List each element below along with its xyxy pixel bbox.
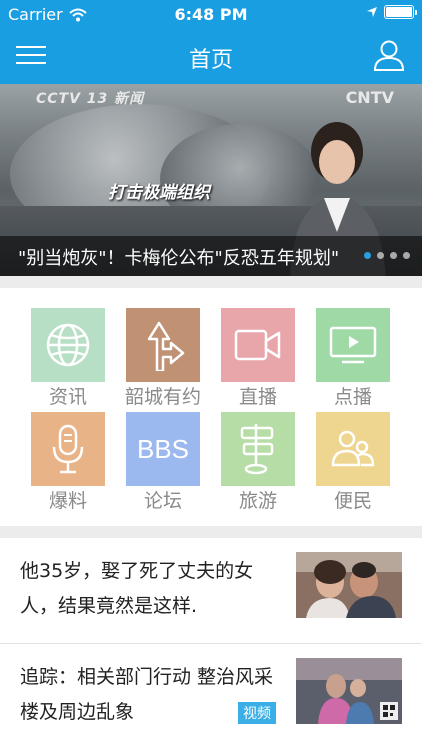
page-dot[interactable] (364, 252, 371, 259)
bbs-icon: BBS (126, 412, 200, 486)
grid-item-services[interactable]: 便民 (305, 394, 401, 512)
battery-icon (384, 5, 417, 19)
banner-overlay-text: 打击极端组织 (108, 183, 210, 203)
road-sign-icon (126, 308, 200, 382)
status-right-group (366, 5, 417, 19)
video-tag-badge: 视频 (238, 702, 276, 724)
people-icon (316, 412, 390, 486)
status-bar: Carrier 6:48 PM (0, 0, 422, 30)
news-thumbnail-mall (296, 658, 402, 724)
grid-item-news[interactable]: 资讯 (20, 290, 116, 408)
tv-play-icon (316, 308, 390, 382)
banner-cntv-logo: CNTV (345, 88, 394, 107)
page-dot[interactable] (403, 252, 410, 259)
globe-icon (31, 308, 105, 382)
page-dot[interactable] (377, 252, 384, 259)
banner-page-indicator (364, 252, 410, 259)
top-bar: Carrier 6:48 PM 首页 (0, 0, 422, 84)
page-title: 首页 (188, 48, 233, 73)
headline-banner[interactable]: CCTV 13 新闻 CNTV 打击极端组织 "别当炮灰"！卡梅伦公布"反恐五年… (0, 84, 422, 276)
navigation-bar: 首页 (0, 30, 422, 84)
banner-caption: "别当炮灰"！卡梅伦公布"反恐五年规划" (18, 248, 340, 269)
grid-item-forum[interactable]: BBS 论坛 (115, 394, 211, 512)
page-dot[interactable] (390, 252, 397, 259)
news-thumbnail-couple (296, 552, 402, 618)
grid-item-appointment[interactable]: 韶城有约 (115, 290, 211, 408)
section-separator (0, 276, 422, 288)
grid-item-label: 便民 (333, 490, 372, 512)
section-separator (0, 526, 422, 538)
news-list-item[interactable]: 追踪：相关部门行动 整治风采楼及周边乱象 视频 (0, 644, 422, 750)
grid-item-tipoff[interactable]: 爆料 (20, 394, 116, 512)
location-arrow-icon (367, 7, 377, 17)
feature-grid: 资讯 韶城有约 直播 点播 爆料 BBS 论坛 旅游 便民 (0, 290, 422, 524)
grid-item-vod[interactable]: 点播 (305, 290, 401, 408)
status-time: 6:48 PM (174, 5, 248, 24)
news-title: 他35岁，娶了死了丈夫的女人，结果竟然是这样. (20, 560, 254, 617)
bbs-icon-text: BBS (136, 433, 190, 464)
banner-channel-logo: CCTV 13 新闻 (36, 91, 145, 107)
video-camera-icon (221, 308, 295, 382)
user-profile-icon[interactable] (372, 38, 406, 72)
grid-item-live[interactable]: 直播 (210, 290, 306, 408)
grid-item-travel[interactable]: 旅游 (210, 394, 306, 512)
news-list-item[interactable]: 他35岁，娶了死了丈夫的女人，结果竟然是这样. (0, 538, 422, 644)
signpost-icon (221, 412, 295, 486)
microphone-icon (31, 412, 105, 486)
banner-caption-bar: "别当炮灰"！卡梅伦公布"反恐五年规划" (0, 236, 422, 276)
